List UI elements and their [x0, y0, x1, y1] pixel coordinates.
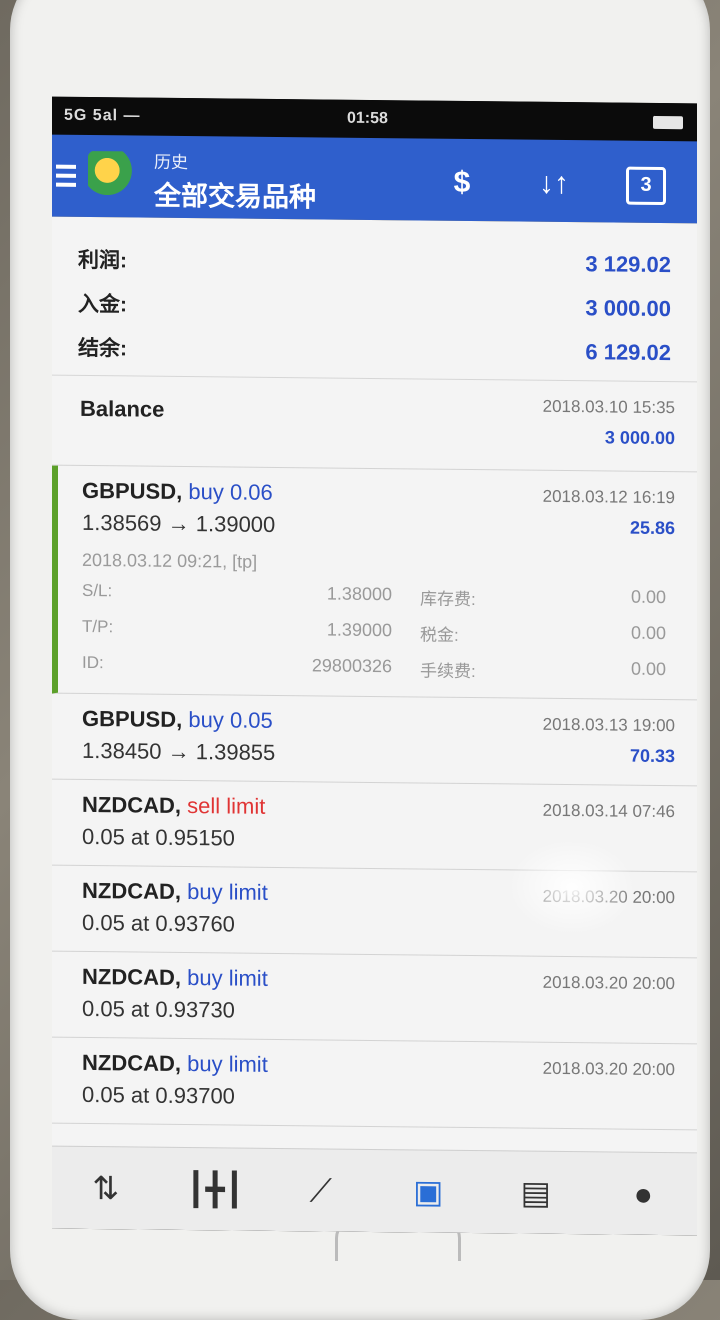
trade-prices: 1.38569 → 1.39000 — [82, 509, 276, 537]
sort-arrows-icon[interactable]: ↓↑ — [532, 164, 576, 204]
id-value: 29800326 — [311, 655, 392, 677]
summary-row-balance: 结余: 6 129.02 — [78, 325, 671, 375]
row-profit: 70.33 — [629, 745, 675, 767]
trade-row[interactable]: NZDCAD, buy limit 0.05 at 0.93700 2018.0… — [52, 1037, 697, 1131]
signal-indicators: 5G 5al — — [64, 106, 141, 125]
history-inbox-icon[interactable]: ▣ — [401, 1168, 455, 1215]
trade-symbol: NZDCAD, — [82, 963, 181, 990]
tax-label: 税金: — [420, 625, 459, 645]
trade-symbol: NZDCAD, — [82, 791, 181, 818]
swap-value: 0.00 — [630, 586, 666, 608]
chart-candles-icon[interactable]: ┃╋┃ — [186, 1166, 244, 1213]
calendar-icon[interactable]: 3 — [626, 166, 666, 206]
summary-value: 6 129.02 — [585, 339, 671, 366]
swap-label: 库存费: — [420, 589, 476, 610]
row-date: 2018.03.14 07:46 — [542, 800, 675, 822]
trade-direction: buy limit — [187, 965, 268, 991]
balance-row[interactable]: Balance 2018.03.10 15:35 3 000.00 — [52, 375, 697, 473]
summary-label: 结余: — [78, 336, 127, 361]
page-subtitle: 历史 — [154, 152, 188, 173]
trade-symbol: GBPUSD, — [82, 477, 183, 504]
app-bar: 历史 全部交易品种 $ ↓↑ 3 — [52, 134, 697, 224]
trade-row[interactable]: NZDCAD, buy limit 0.05 at 0.93730 2018.0… — [52, 951, 697, 1045]
summary-label: 利润: — [78, 248, 127, 273]
tax-value: 0.00 — [630, 622, 666, 644]
trade-direction: buy 0.05 — [188, 707, 273, 733]
row-date: 2018.03.20 20:00 — [542, 1058, 675, 1080]
phone-screen: 5G 5al — 01:58 历史 全部交易品种 $ ↓↑ 3 利润: 3 12… — [52, 96, 697, 1236]
trade-direction: sell limit — [187, 793, 266, 819]
symbol-filter-title[interactable]: 全部交易品种 — [154, 174, 316, 215]
menu-icon[interactable] — [56, 164, 76, 187]
row-date: 2018.03.20 20:00 — [542, 886, 675, 908]
trade-symbol: NZDCAD, — [82, 877, 181, 904]
sl-value: 1.38000 — [326, 583, 392, 605]
app-logo — [88, 150, 136, 200]
tp-label: T/P: — [82, 616, 114, 637]
quotes-icon[interactable]: ⇅ — [79, 1165, 133, 1212]
trade-detail: 0.05 at 0.95150 — [82, 823, 235, 851]
summary-row-deposit: 入金: 3 000.00 — [78, 281, 671, 331]
news-icon[interactable]: ▤ — [509, 1169, 563, 1216]
trade-row[interactable]: NZDCAD, buy limit 0.05 at 0.93760 2018.0… — [52, 865, 697, 959]
sl-label: S/L: — [82, 580, 113, 601]
trade-symbol: GBPUSD, — [82, 705, 183, 732]
open-time: 2018.03.12 09:21, [tp] — [82, 549, 258, 572]
trade-icon[interactable]: ⟋ — [294, 1167, 348, 1214]
row-date: 2018.03.20 20:00 — [542, 972, 675, 994]
trade-row[interactable]: NZDCAD, sell limit 0.05 at 0.95150 2018.… — [52, 779, 697, 873]
trade-detail: 0.05 at 0.93700 — [82, 1081, 235, 1109]
trade-detail: 0.05 at 0.93730 — [82, 995, 235, 1023]
summary-panel: 利润: 3 129.02 入金: 3 000.00 结余: 6 129.02 — [52, 216, 697, 383]
trade-row[interactable]: GBPUSD, buy 0.05 1.38450 → 1.39855 2018.… — [52, 693, 697, 787]
tp-value: 1.39000 — [326, 619, 392, 641]
commission-label: 手续费: — [420, 661, 476, 682]
row-date: 2018.03.13 19:00 — [542, 714, 675, 736]
row-date: 2018.03.12 16:19 — [542, 486, 675, 508]
summary-label: 入金: — [78, 292, 127, 317]
trade-symbol: NZDCAD, — [82, 1049, 181, 1076]
history-list: 利润: 3 129.02 入金: 3 000.00 结余: 6 129.02 B… — [52, 216, 697, 1154]
row-amount: 3 000.00 — [604, 427, 675, 449]
trade-direction: buy limit — [187, 1051, 268, 1077]
battery-icon — [653, 115, 683, 130]
trade-details: S/L: 1.38000 T/P: 1.39000 ID: 29800326 库… — [82, 577, 671, 693]
trade-row-expanded[interactable]: GBPUSD, buy 0.06 1.38569 → 1.39000 2018.… — [52, 465, 697, 701]
summary-row-profit: 利润: 3 129.02 — [78, 237, 671, 287]
status-time: 01:58 — [347, 109, 388, 128]
trade-detail: 0.05 at 0.93760 — [82, 909, 235, 937]
currency-dollar-icon[interactable]: $ — [440, 163, 484, 203]
commission-value: 0.00 — [630, 658, 666, 680]
row-profit: 25.86 — [629, 517, 675, 539]
bottom-navigation: ⇅ ┃╋┃ ⟋ ▣ ▤ ● — [52, 1145, 697, 1236]
trade-detail: 1.38450 → 1.39855 — [82, 737, 276, 765]
id-label: ID: — [82, 652, 104, 673]
trade-direction: buy limit — [187, 879, 268, 905]
trade-direction: buy 0.06 — [188, 479, 273, 505]
chat-icon[interactable]: ● — [616, 1171, 670, 1218]
summary-value: 3 129.02 — [585, 251, 671, 278]
row-date: 2018.03.10 15:35 — [542, 396, 675, 418]
summary-value: 3 000.00 — [585, 295, 671, 322]
